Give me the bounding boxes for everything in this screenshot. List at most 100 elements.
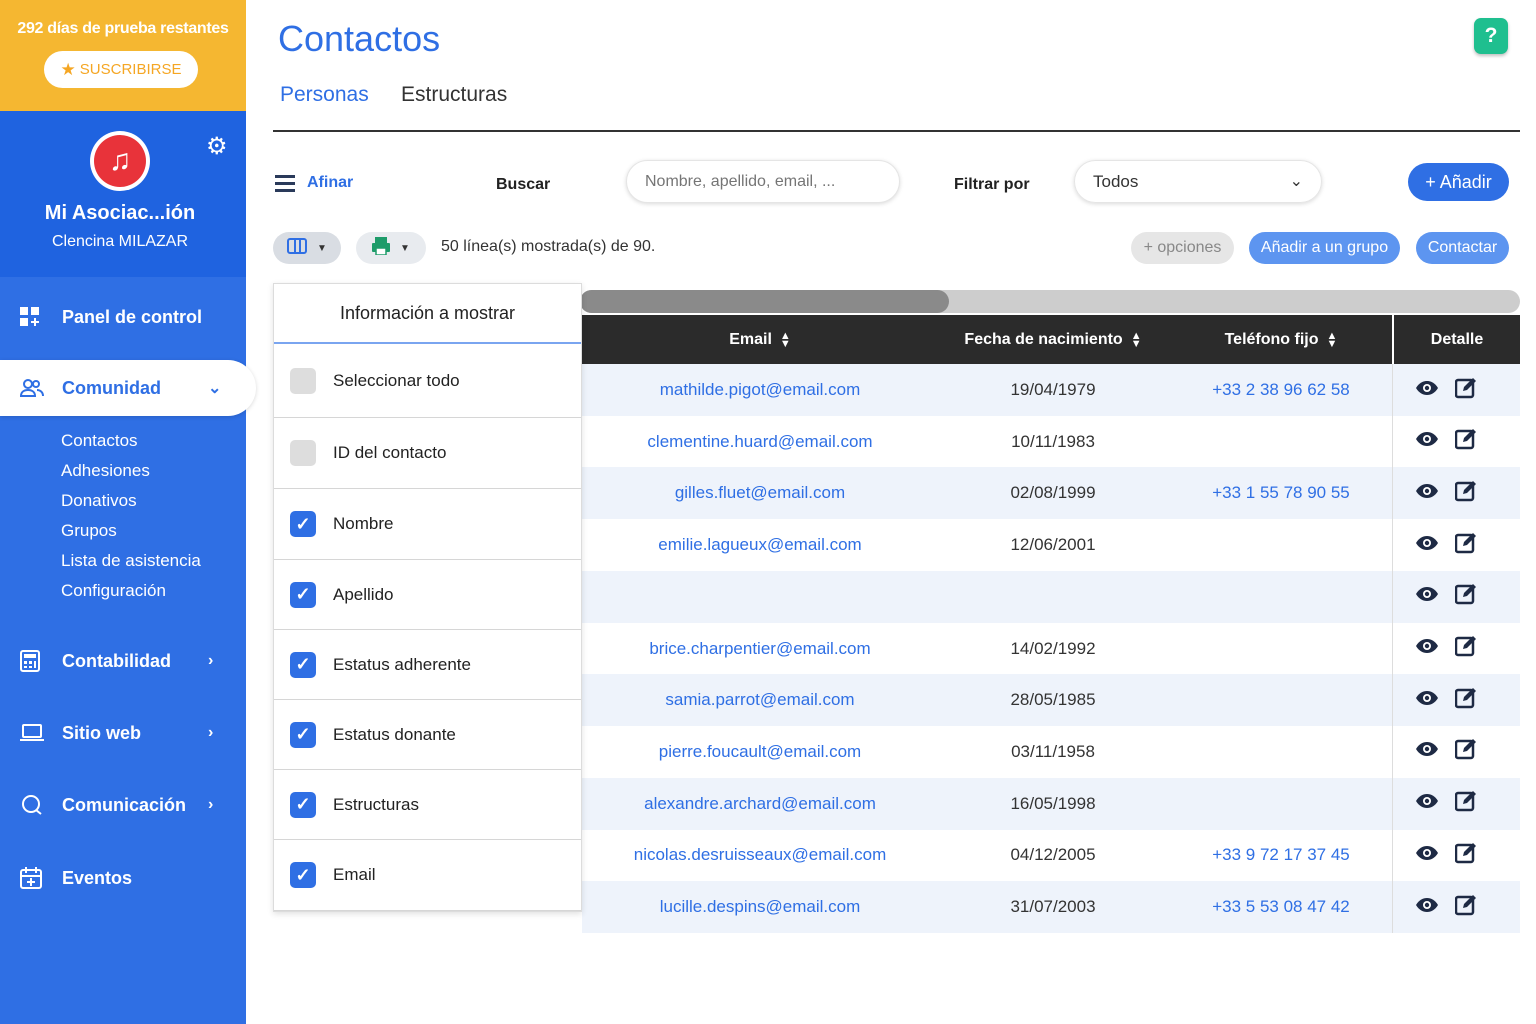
edit-icon[interactable] xyxy=(1454,894,1477,921)
nav-panel-de-control[interactable]: Panel de control xyxy=(0,289,246,345)
cell-email[interactable]: pierre.foucault@email.com xyxy=(582,726,938,778)
checkbox[interactable]: ✓ xyxy=(290,862,316,888)
nav-sitio-web[interactable]: Sitio web › xyxy=(0,705,246,761)
header-birth[interactable]: Fecha de nacimiento ▲ ▼ xyxy=(938,315,1168,364)
edit-icon[interactable] xyxy=(1454,842,1477,869)
view-icon[interactable] xyxy=(1415,845,1439,866)
edit-icon[interactable] xyxy=(1454,583,1477,610)
subnav-item-donativos[interactable]: Donativos xyxy=(61,490,201,520)
column-option-label: Apellido xyxy=(333,584,394,604)
org-logo[interactable]: ♫ xyxy=(90,131,150,191)
cell-phone[interactable] xyxy=(1168,416,1394,468)
filter-select[interactable]: Todos ⌄ xyxy=(1074,160,1322,203)
checkbox[interactable] xyxy=(290,368,316,394)
cell-email[interactable]: lucille.despins@email.com xyxy=(582,881,938,933)
checkbox[interactable]: ✓ xyxy=(290,511,316,537)
tab-personas[interactable]: Personas xyxy=(280,83,369,107)
cell-email[interactable]: clementine.huard@email.com xyxy=(582,416,938,468)
subnav-item-configuracion[interactable]: Configuración xyxy=(61,580,201,610)
users-icon xyxy=(0,378,62,398)
export-button[interactable]: ▼ xyxy=(356,232,426,264)
cell-phone[interactable] xyxy=(1168,519,1394,571)
header-phone[interactable]: Teléfono fijo ▲ ▼ xyxy=(1168,315,1394,364)
options-button[interactable]: + opciones xyxy=(1131,232,1234,264)
checkbox[interactable]: ✓ xyxy=(290,581,316,608)
view-icon[interactable] xyxy=(1415,431,1439,452)
view-icon[interactable] xyxy=(1415,793,1439,814)
columns-button[interactable]: ▼ xyxy=(273,232,341,264)
column-option[interactable]: ✓ Estatus adherente xyxy=(274,630,581,700)
edit-icon[interactable] xyxy=(1454,635,1477,662)
cell-phone[interactable] xyxy=(1168,674,1394,726)
refine-button[interactable]: Afinar xyxy=(275,174,353,192)
column-option[interactable]: ✓ Apellido xyxy=(274,560,581,630)
nav-comunidad[interactable]: Comunidad ⌄ xyxy=(0,360,256,416)
comunidad-subnav: Contactos Adhesiones Donativos Grupos Li… xyxy=(61,430,201,610)
view-icon[interactable] xyxy=(1415,586,1439,607)
nav-comunicacion[interactable]: Comunicación › xyxy=(0,777,246,833)
cell-phone[interactable] xyxy=(1168,778,1394,830)
subnav-item-contactos[interactable]: Contactos xyxy=(61,430,201,460)
cell-email[interactable]: emilie.lagueux@email.com xyxy=(582,519,938,571)
cell-phone[interactable]: +33 5 53 08 47 42 xyxy=(1168,881,1394,933)
add-button[interactable]: + Añadir xyxy=(1408,163,1509,201)
column-option[interactable]: ✓ Email xyxy=(274,840,581,911)
table-row: emilie.lagueux@email.com 12/06/2001 xyxy=(582,519,1520,572)
search-input[interactable] xyxy=(626,160,900,203)
gear-icon[interactable]: ⚙ xyxy=(206,135,228,159)
column-option[interactable]: ✓ Estructuras xyxy=(274,770,581,840)
edit-icon[interactable] xyxy=(1454,738,1477,765)
cell-email[interactable]: alexandre.archard@email.com xyxy=(582,778,938,830)
edit-icon[interactable] xyxy=(1454,480,1477,507)
cell-email[interactable]: nicolas.desruisseaux@email.com xyxy=(582,829,938,881)
nav-label: Sitio web xyxy=(62,722,142,743)
cell-phone[interactable]: +33 9 72 17 37 45 xyxy=(1168,829,1394,881)
scrollbar-thumb[interactable] xyxy=(580,290,949,313)
view-icon[interactable] xyxy=(1415,897,1439,918)
column-option[interactable]: ✓ Nombre xyxy=(274,489,581,560)
column-option[interactable]: ID del contacto xyxy=(274,418,581,489)
cell-phone[interactable]: +33 2 38 96 62 58 xyxy=(1168,364,1394,416)
header-email[interactable]: Email ▲ ▼ xyxy=(582,315,938,364)
edit-icon[interactable] xyxy=(1454,377,1477,404)
edit-icon[interactable] xyxy=(1454,532,1477,559)
edit-icon[interactable] xyxy=(1454,428,1477,455)
subnav-item-adhesiones[interactable]: Adhesiones xyxy=(61,460,201,490)
contact-button[interactable]: Contactar xyxy=(1416,232,1509,264)
edit-icon[interactable] xyxy=(1454,790,1477,817)
cell-phone[interactable] xyxy=(1168,571,1394,623)
view-icon[interactable] xyxy=(1415,638,1439,659)
cell-email[interactable] xyxy=(582,571,938,623)
chat-icon xyxy=(0,794,62,816)
chevron-right-icon: › xyxy=(208,724,214,741)
view-icon[interactable] xyxy=(1415,535,1439,556)
subnav-item-lista-asistencia[interactable]: Lista de asistencia xyxy=(61,550,201,580)
checkbox[interactable] xyxy=(290,440,316,466)
edit-icon[interactable] xyxy=(1454,687,1477,714)
checkbox[interactable]: ✓ xyxy=(290,791,316,818)
cell-phone[interactable]: +33 1 55 78 90 55 xyxy=(1168,467,1394,519)
subscribe-button[interactable]: ★ SUSCRIBIRSE xyxy=(44,51,198,88)
cell-email[interactable]: samia.parrot@email.com xyxy=(582,674,938,726)
checkbox[interactable]: ✓ xyxy=(290,721,316,748)
view-icon[interactable] xyxy=(1415,483,1439,504)
subnav-item-grupos[interactable]: Grupos xyxy=(61,520,201,550)
cell-email[interactable]: gilles.fluet@email.com xyxy=(582,467,938,519)
nav-contabilidad[interactable]: Contabilidad › xyxy=(0,633,246,689)
cell-email[interactable]: brice.charpentier@email.com xyxy=(582,623,938,675)
help-button[interactable]: ? xyxy=(1474,18,1508,54)
cell-phone[interactable] xyxy=(1168,623,1394,675)
tab-estructuras[interactable]: Estructuras xyxy=(401,83,507,107)
cell-phone[interactable] xyxy=(1168,726,1394,778)
checkbox[interactable]: ✓ xyxy=(290,651,316,678)
view-icon[interactable] xyxy=(1415,741,1439,762)
cell-detail xyxy=(1392,364,1520,416)
column-option[interactable]: ✓ Estatus donante xyxy=(274,700,581,770)
nav-eventos[interactable]: Eventos xyxy=(0,850,246,906)
cell-email[interactable]: mathilde.pigot@email.com xyxy=(582,364,938,416)
add-to-group-button[interactable]: Añadir a un grupo xyxy=(1249,232,1400,264)
view-icon[interactable] xyxy=(1415,380,1439,401)
view-icon[interactable] xyxy=(1415,690,1439,711)
header-detail: Detalle xyxy=(1392,315,1520,364)
column-option[interactable]: Seleccionar todo xyxy=(274,345,581,418)
